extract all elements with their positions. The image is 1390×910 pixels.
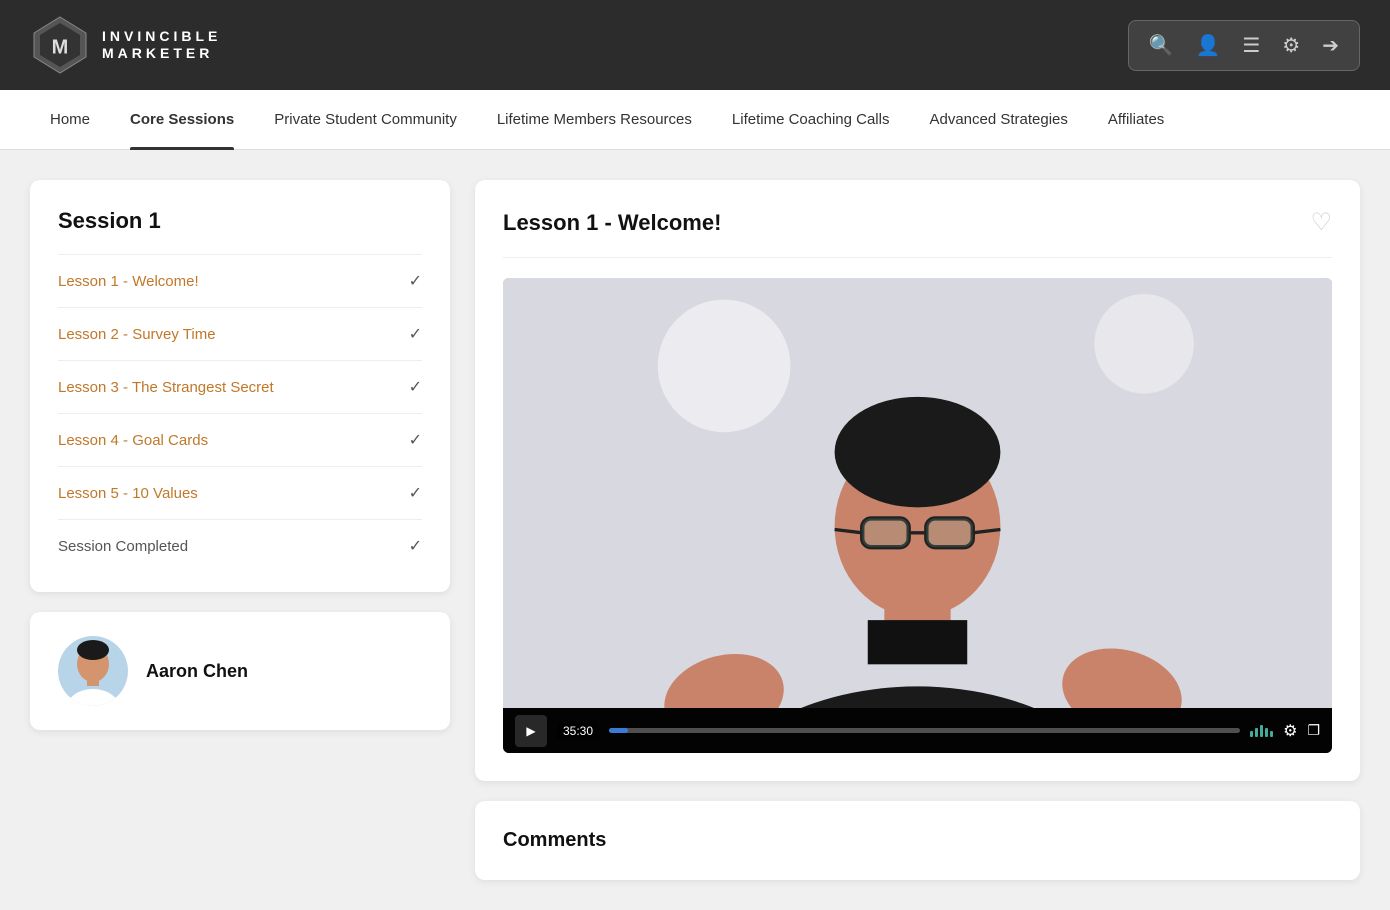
user-icon[interactable]: 👤 [1187, 29, 1228, 62]
divider [503, 257, 1332, 258]
check-icon-5: ✓ [409, 483, 422, 503]
video-timestamp: 35:30 [557, 722, 599, 740]
avatar [58, 636, 128, 706]
check-icon-4: ✓ [409, 430, 422, 450]
settings-icon[interactable]: ⚙ [1274, 29, 1308, 62]
video-card: Lesson 1 - Welcome! ♡ [475, 180, 1360, 781]
search-icon[interactable]: 🔍 [1141, 29, 1182, 62]
video-player[interactable]: 35:30 ⚙ ❐ [503, 278, 1332, 753]
nav-item-core-sessions[interactable]: Core Sessions [110, 90, 254, 150]
logo-icon: M [30, 15, 90, 75]
lesson-item-4[interactable]: Lesson 4 - Goal Cards ✓ [58, 413, 422, 466]
lesson-item-completed: Session Completed ✓ [58, 519, 422, 572]
lesson-item-3[interactable]: Lesson 3 - The Strangest Secret ✓ [58, 360, 422, 413]
nav-item-coaching-calls[interactable]: Lifetime Coaching Calls [712, 90, 910, 150]
nav-item-home[interactable]: Home [30, 90, 110, 150]
heart-icon[interactable]: ♡ [1310, 208, 1332, 237]
logout-icon[interactable]: ➔ [1314, 29, 1347, 62]
progress-bar[interactable] [609, 728, 1240, 733]
lesson-name-1: Lesson 1 - Welcome! [58, 273, 199, 290]
video-controls: 35:30 ⚙ ❐ [503, 708, 1332, 753]
lesson-item-5[interactable]: Lesson 5 - 10 Values ✓ [58, 466, 422, 519]
lesson-name-2: Lesson 2 - Survey Time [58, 326, 216, 343]
session-title: Session 1 [58, 208, 422, 234]
video-thumbnail [503, 278, 1332, 708]
main-content: Session 1 Lesson 1 - Welcome! ✓ Lesson 2… [0, 150, 1390, 910]
nav-item-private-community[interactable]: Private Student Community [254, 90, 477, 150]
header-icons-group: 🔍 👤 ☰ ⚙ ➔ [1128, 20, 1360, 71]
volume-icon[interactable] [1250, 725, 1273, 737]
lesson-item-2[interactable]: Lesson 2 - Survey Time ✓ [58, 307, 422, 360]
comments-card: Comments [475, 801, 1360, 880]
header: M INVINCIBLE MARKETER 🔍 👤 ☰ ⚙ ➔ [0, 0, 1390, 90]
instructor-card: Aaron Chen [30, 612, 450, 730]
main-nav: Home Core Sessions Private Student Commu… [0, 90, 1390, 150]
check-icon-2: ✓ [409, 324, 422, 344]
session-completed-label: Session Completed [58, 538, 188, 555]
lesson-title: Lesson 1 - Welcome! [503, 210, 721, 236]
svg-text:M: M [52, 36, 69, 58]
fullscreen-icon[interactable]: ❐ [1307, 722, 1320, 739]
avatar-image [58, 636, 128, 706]
nav-item-advanced-strategies[interactable]: Advanced Strategies [909, 90, 1087, 150]
check-icon-completed: ✓ [409, 536, 422, 556]
lesson-list: Lesson 1 - Welcome! ✓ Lesson 2 - Survey … [58, 254, 422, 572]
comments-title: Comments [503, 829, 1332, 852]
lesson-name-3: Lesson 3 - The Strangest Secret [58, 379, 274, 396]
instructor-name: Aaron Chen [146, 661, 248, 682]
logo-text: INVINCIBLE MARKETER [102, 28, 221, 62]
nav-item-affiliates[interactable]: Affiliates [1088, 90, 1184, 150]
check-icon-3: ✓ [409, 377, 422, 397]
lesson-header: Lesson 1 - Welcome! ♡ [503, 208, 1332, 237]
logo: M INVINCIBLE MARKETER [30, 15, 221, 75]
lesson-name-5: Lesson 5 - 10 Values [58, 485, 198, 502]
video-settings-icon[interactable]: ⚙ [1283, 721, 1297, 741]
nav-item-lifetime-resources[interactable]: Lifetime Members Resources [477, 90, 712, 150]
play-button[interactable] [515, 715, 547, 747]
session-card: Session 1 Lesson 1 - Welcome! ✓ Lesson 2… [30, 180, 450, 592]
progress-fill [609, 728, 628, 733]
lesson-item-1[interactable]: Lesson 1 - Welcome! ✓ [58, 254, 422, 307]
lesson-name-4: Lesson 4 - Goal Cards [58, 432, 208, 449]
menu-icon[interactable]: ☰ [1234, 29, 1268, 62]
sidebar: Session 1 Lesson 1 - Welcome! ✓ Lesson 2… [30, 180, 450, 880]
content-area: Lesson 1 - Welcome! ♡ [475, 180, 1360, 880]
check-icon-1: ✓ [409, 271, 422, 291]
video-background [503, 278, 1332, 708]
